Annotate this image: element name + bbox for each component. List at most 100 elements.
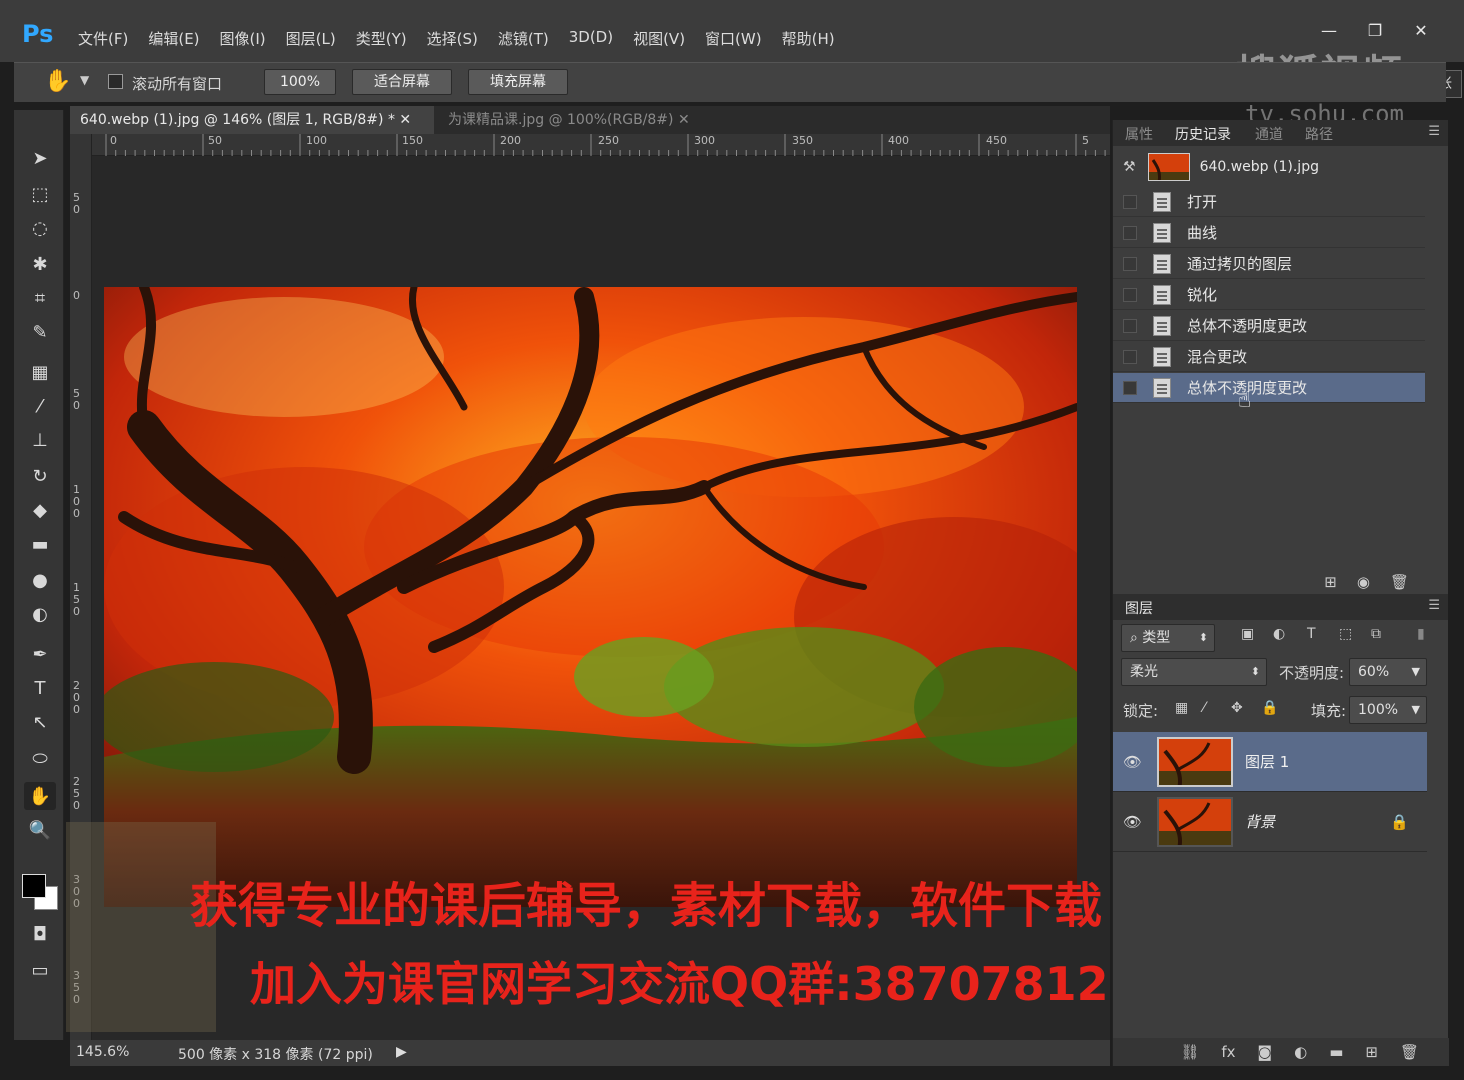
- filter-toggle-icon[interactable]: ▮: [1417, 626, 1425, 642]
- tab-active-document[interactable]: 640.webp (1).jpg @ 146% (图层 1, RGB/8#) *…: [70, 106, 434, 134]
- lock-position-icon[interactable]: ✥: [1231, 700, 1243, 716]
- smart-object-filter-icon[interactable]: ⧉: [1371, 626, 1381, 642]
- panel-menu-icon[interactable]: ☰: [1428, 124, 1440, 139]
- hand-tool-icon[interactable]: ✋: [44, 69, 71, 94]
- layer-name[interactable]: 背景: [1245, 811, 1275, 832]
- path-select-icon[interactable]: ↖: [24, 708, 56, 736]
- history-brush-icon[interactable]: ↻: [24, 462, 56, 490]
- dodge-tool-icon[interactable]: ◐: [24, 600, 56, 628]
- tab-document-2[interactable]: 为课精品课.jpg @ 100%(RGB/8#) ✕: [438, 106, 738, 134]
- history-brush-source-icon[interactable]: ⚒: [1123, 159, 1136, 175]
- hand-tool-icon[interactable]: ✋: [24, 782, 56, 810]
- quick-mask-icon[interactable]: ◘: [24, 920, 56, 948]
- new-document-from-state-icon[interactable]: ⊞: [1324, 573, 1337, 591]
- visibility-eye-icon[interactable]: 👁: [1123, 813, 1143, 831]
- type-filter-icon[interactable]: T: [1307, 626, 1316, 642]
- adjustment-filter-icon[interactable]: ◐: [1273, 626, 1285, 642]
- menu-view[interactable]: 视图(V): [623, 28, 695, 49]
- lock-transparency-icon[interactable]: ▦: [1175, 700, 1188, 716]
- menu-filter[interactable]: 滤镜(T): [488, 28, 559, 49]
- new-layer-icon[interactable]: ⊞: [1365, 1043, 1378, 1061]
- trash-icon[interactable]: 🗑: [1400, 1043, 1419, 1061]
- screen-mode-icon[interactable]: ▭: [24, 956, 56, 984]
- eyedropper-icon[interactable]: ✎: [24, 318, 56, 346]
- trash-icon[interactable]: 🗑: [1390, 573, 1409, 591]
- crop-tool-icon[interactable]: ⌗: [24, 284, 56, 312]
- tab-paths[interactable]: 路径: [1305, 124, 1333, 144]
- adjustment-layer-icon[interactable]: ◐: [1294, 1043, 1307, 1061]
- minimize-button[interactable]: —: [1306, 16, 1352, 44]
- shape-filter-icon[interactable]: ⬚: [1339, 626, 1352, 642]
- type-tool-icon[interactable]: T: [24, 674, 56, 702]
- menu-help[interactable]: 帮助(H): [772, 28, 845, 49]
- layer-row[interactable]: 👁 背景 🔒: [1113, 792, 1427, 852]
- tab-layers[interactable]: 图层: [1125, 598, 1153, 618]
- history-item-selected[interactable]: 总体不透明度更改: [1113, 373, 1425, 403]
- brush-tool-icon[interactable]: ⁄: [24, 392, 56, 420]
- link-layers-icon[interactable]: ⛓: [1180, 1043, 1199, 1061]
- close-icon[interactable]: ✕: [678, 112, 690, 128]
- layer-filter-select[interactable]: ⌕ 类型 ⬍: [1121, 624, 1215, 652]
- history-checkbox[interactable]: [1123, 256, 1137, 271]
- eraser-tool-icon[interactable]: ◆: [24, 496, 56, 524]
- history-checkbox[interactable]: [1123, 194, 1137, 209]
- zoom-100-button[interactable]: 100%: [264, 69, 336, 95]
- close-icon[interactable]: ✕: [399, 112, 411, 128]
- pixel-filter-icon[interactable]: ▣: [1241, 626, 1254, 642]
- add-mask-icon[interactable]: ◙: [1258, 1043, 1273, 1061]
- new-group-icon[interactable]: ▬: [1329, 1043, 1343, 1061]
- menu-select[interactable]: 选择(S): [417, 28, 488, 49]
- history-item[interactable]: 打开: [1113, 187, 1425, 217]
- stamp-tool-icon[interactable]: ⊥: [24, 426, 56, 454]
- fill-screen-button[interactable]: 填充屏幕: [468, 69, 568, 95]
- camera-snapshot-icon[interactable]: ◉: [1357, 573, 1370, 591]
- chevron-down-icon[interactable]: ▼: [80, 73, 89, 87]
- scroll-all-checkbox[interactable]: [108, 74, 123, 89]
- history-checkbox[interactable]: [1123, 380, 1137, 395]
- menu-image[interactable]: 图像(I): [210, 28, 276, 49]
- menu-layer[interactable]: 图层(L): [276, 28, 346, 49]
- lock-pixels-icon[interactable]: ⁄: [1203, 700, 1205, 716]
- history-checkbox[interactable]: [1123, 225, 1137, 240]
- zoom-level[interactable]: 145.6%: [76, 1044, 129, 1060]
- history-checkbox[interactable]: [1123, 318, 1137, 333]
- marquee-tool-icon[interactable]: ⬚: [24, 180, 56, 208]
- healing-brush-icon[interactable]: ▦: [24, 358, 56, 386]
- panel-menu-icon[interactable]: ☰: [1428, 598, 1440, 613]
- lock-all-icon[interactable]: 🔒: [1261, 700, 1278, 716]
- close-button[interactable]: ✕: [1398, 16, 1444, 44]
- history-item[interactable]: 通过拷贝的图层: [1113, 249, 1425, 279]
- chevron-down-icon[interactable]: ▼: [1412, 697, 1420, 723]
- zoom-tool-icon[interactable]: 🔍: [24, 816, 56, 844]
- history-checkbox[interactable]: [1123, 287, 1137, 302]
- tab-history[interactable]: 历史记录: [1175, 124, 1231, 144]
- history-item[interactable]: 锐化: [1113, 280, 1425, 310]
- blur-tool-icon[interactable]: ●: [24, 566, 56, 594]
- fill-input[interactable]: 100% ▼: [1349, 696, 1427, 724]
- move-tool-icon[interactable]: ➤: [24, 144, 56, 172]
- layer-row-selected[interactable]: 👁 图层 1: [1113, 732, 1427, 792]
- layer-name[interactable]: 图层 1: [1245, 751, 1289, 772]
- history-item[interactable]: 混合更改: [1113, 342, 1425, 372]
- tab-channels[interactable]: 通道: [1255, 124, 1283, 144]
- history-item[interactable]: 曲线: [1113, 218, 1425, 248]
- history-item[interactable]: 总体不透明度更改: [1113, 311, 1425, 341]
- gradient-tool-icon[interactable]: ▬: [24, 530, 56, 558]
- chevron-down-icon[interactable]: ▼: [1412, 659, 1420, 685]
- tab-properties[interactable]: 属性: [1125, 124, 1153, 144]
- menu-3d[interactable]: 3D(D): [559, 28, 623, 49]
- menu-edit[interactable]: 编辑(E): [138, 28, 209, 49]
- menu-type[interactable]: 类型(Y): [346, 28, 417, 49]
- blend-mode-select[interactable]: 柔光 ⬍: [1121, 658, 1267, 686]
- fit-screen-button[interactable]: 适合屏幕: [352, 69, 452, 95]
- restore-button[interactable]: ❐: [1352, 16, 1398, 44]
- magic-wand-icon[interactable]: ✱: [24, 250, 56, 278]
- pen-tool-icon[interactable]: ✒: [24, 640, 56, 668]
- menu-file[interactable]: 文件(F): [68, 28, 138, 49]
- ellipse-tool-icon[interactable]: ⬭: [24, 744, 56, 772]
- foreground-color-swatch[interactable]: [22, 874, 46, 898]
- document-image[interactable]: [104, 287, 1077, 907]
- status-menu-arrow-icon[interactable]: ▶: [396, 1044, 407, 1060]
- layer-style-icon[interactable]: fx: [1221, 1043, 1235, 1061]
- menu-window[interactable]: 窗口(W): [695, 28, 772, 49]
